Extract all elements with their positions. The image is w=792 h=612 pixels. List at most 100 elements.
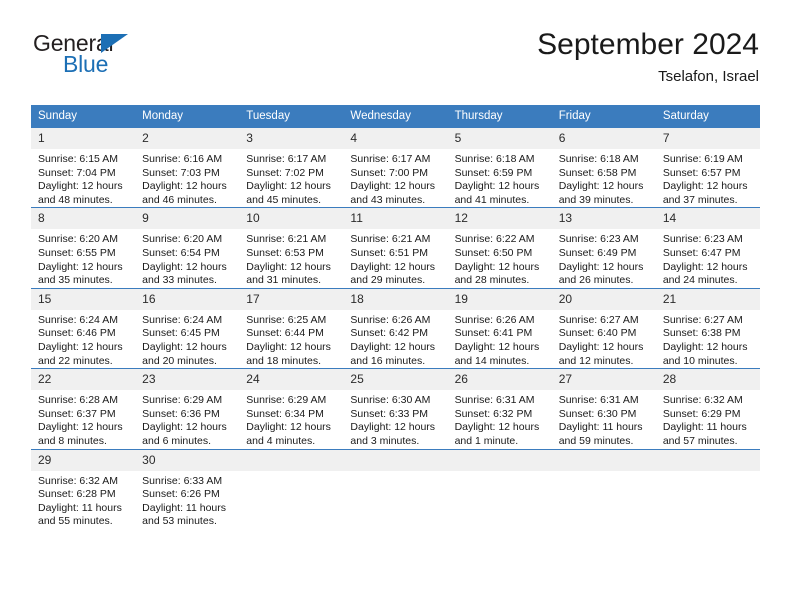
day-info: Sunrise: 6:18 AM Sunset: 6:58 PM Dayligh… xyxy=(552,149,656,207)
sunset-text: Sunset: 6:37 PM xyxy=(38,407,116,420)
day-cell[interactable]: 30 Sunrise: 6:33 AM Sunset: 6:26 PM Dayl… xyxy=(135,448,240,529)
sunset-text: Sunset: 6:47 PM xyxy=(662,246,741,259)
day-cell[interactable]: 22 Sunrise: 6:28 AM Sunset: 6:37 PM Dayl… xyxy=(31,368,136,449)
day-number: 10 xyxy=(239,208,344,230)
sunset-text: Sunset: 6:51 PM xyxy=(350,246,429,259)
daylight-text-line2: and 43 minutes. xyxy=(350,193,426,206)
day-info: Sunrise: 6:27 AM Sunset: 6:38 PM Dayligh… xyxy=(656,310,760,368)
daylight-text-line1: Daylight: 12 hours xyxy=(454,340,540,353)
sunrise-text: Sunrise: 6:24 AM xyxy=(142,313,223,326)
title-block: September 2024 Tselafon, Israel xyxy=(537,28,759,85)
daylight-text-line1: Daylight: 12 hours xyxy=(38,421,123,434)
day-number: 18 xyxy=(343,288,448,310)
daylight-text-line2: and 41 minutes. xyxy=(454,193,530,206)
sunrise-text: Sunrise: 6:28 AM xyxy=(38,394,118,407)
day-cell[interactable]: 18 Sunrise: 6:26 AM Sunset: 6:42 PM Dayl… xyxy=(343,287,448,369)
day-number xyxy=(655,449,760,471)
day-cell[interactable]: 29 Sunrise: 6:32 AM Sunset: 6:28 PM Dayl… xyxy=(31,448,136,529)
sunrise-text: Sunrise: 6:33 AM xyxy=(142,474,223,487)
daylight-text-line1: Daylight: 11 hours xyxy=(558,421,643,434)
day-cell[interactable]: 14 Sunrise: 6:23 AM Sunset: 6:47 PM Dayl… xyxy=(655,207,760,289)
day-cell-empty xyxy=(447,448,552,529)
sunset-text: Sunset: 6:34 PM xyxy=(246,407,324,420)
sunrise-text: Sunrise: 6:27 AM xyxy=(558,313,639,326)
day-number: 29 xyxy=(31,449,136,471)
day-cell[interactable]: 6 Sunrise: 6:18 AM Sunset: 6:58 PM Dayli… xyxy=(551,126,656,208)
sunrise-text: Sunrise: 6:32 AM xyxy=(38,474,118,487)
day-number: 24 xyxy=(239,369,344,391)
day-info: Sunrise: 6:32 AM Sunset: 6:28 PM Dayligh… xyxy=(31,471,135,529)
day-cell[interactable]: 5 Sunrise: 6:18 AM Sunset: 6:59 PM Dayli… xyxy=(447,126,552,208)
day-cell[interactable]: 13 Sunrise: 6:23 AM Sunset: 6:49 PM Dayl… xyxy=(551,207,656,289)
day-number: 28 xyxy=(655,369,760,391)
week-row: 8 Sunrise: 6:20 AM Sunset: 6:55 PM Dayli… xyxy=(31,207,760,289)
sunrise-text: Sunrise: 6:23 AM xyxy=(558,233,639,246)
daylight-text-line1: Daylight: 12 hours xyxy=(662,340,748,353)
sunset-text: Sunset: 6:32 PM xyxy=(454,407,533,420)
day-cell[interactable]: 27 Sunrise: 6:31 AM Sunset: 6:30 PM Dayl… xyxy=(551,368,656,449)
sunset-text: Sunset: 6:40 PM xyxy=(558,327,637,340)
day-number: 19 xyxy=(447,288,552,310)
page-title: September 2024 xyxy=(537,28,759,61)
sunrise-text: Sunrise: 6:15 AM xyxy=(38,153,118,165)
day-cell[interactable]: 17 Sunrise: 6:25 AM Sunset: 6:44 PM Dayl… xyxy=(239,287,344,369)
day-number: 15 xyxy=(31,288,136,310)
daylight-text-line2: and 14 minutes. xyxy=(454,354,530,367)
day-cell[interactable]: 11 Sunrise: 6:21 AM Sunset: 6:51 PM Dayl… xyxy=(343,207,448,289)
day-cell-empty xyxy=(551,448,656,529)
daylight-text-line1: Daylight: 12 hours xyxy=(142,421,227,434)
general-blue-logo: General Blue xyxy=(33,32,233,84)
day-info: Sunrise: 6:24 AM Sunset: 6:45 PM Dayligh… xyxy=(135,310,239,368)
sunrise-text: Sunrise: 6:23 AM xyxy=(662,233,743,246)
day-info: Sunrise: 6:27 AM Sunset: 6:40 PM Dayligh… xyxy=(552,310,656,368)
daylight-text-line2: and 37 minutes. xyxy=(662,193,738,206)
day-cell[interactable]: 23 Sunrise: 6:29 AM Sunset: 6:36 PM Dayl… xyxy=(135,368,240,449)
day-cell[interactable]: 24 Sunrise: 6:29 AM Sunset: 6:34 PM Dayl… xyxy=(239,368,344,449)
day-info: Sunrise: 6:25 AM Sunset: 6:44 PM Dayligh… xyxy=(239,310,343,368)
sunset-text: Sunset: 6:53 PM xyxy=(246,246,324,259)
sunrise-sunset-calendar: Sunday Monday Tuesday Wednesday Thursday… xyxy=(31,105,760,529)
sunset-text: Sunset: 7:00 PM xyxy=(350,166,429,179)
day-cell[interactable]: 12 Sunrise: 6:22 AM Sunset: 6:50 PM Dayl… xyxy=(447,207,552,289)
day-cell-empty xyxy=(239,448,344,529)
day-cell[interactable]: 25 Sunrise: 6:30 AM Sunset: 6:33 PM Dayl… xyxy=(343,368,448,449)
weekday-header-thursday: Thursday xyxy=(447,105,552,128)
sunrise-text: Sunrise: 6:24 AM xyxy=(38,313,118,326)
daylight-text-line2: and 12 minutes. xyxy=(558,354,634,367)
day-cell[interactable]: 19 Sunrise: 6:26 AM Sunset: 6:41 PM Dayl… xyxy=(447,287,552,369)
daylight-text-line1: Daylight: 12 hours xyxy=(246,260,331,273)
day-info: Sunrise: 6:22 AM Sunset: 6:50 PM Dayligh… xyxy=(448,229,552,287)
sunset-text: Sunset: 7:03 PM xyxy=(142,166,220,179)
sunset-text: Sunset: 6:42 PM xyxy=(350,327,429,340)
sunset-text: Sunset: 6:44 PM xyxy=(246,327,324,340)
day-cell[interactable]: 21 Sunrise: 6:27 AM Sunset: 6:38 PM Dayl… xyxy=(655,287,760,369)
weekday-header-friday: Friday xyxy=(551,105,656,128)
day-cell[interactable]: 2 Sunrise: 6:16 AM Sunset: 7:03 PM Dayli… xyxy=(135,126,240,208)
day-cell[interactable]: 1 Sunrise: 6:15 AM Sunset: 7:04 PM Dayli… xyxy=(31,126,136,208)
day-cell[interactable]: 9 Sunrise: 6:20 AM Sunset: 6:54 PM Dayli… xyxy=(135,207,240,289)
day-cell[interactable]: 26 Sunrise: 6:31 AM Sunset: 6:32 PM Dayl… xyxy=(447,368,552,449)
day-cell[interactable]: 15 Sunrise: 6:24 AM Sunset: 6:46 PM Dayl… xyxy=(31,287,136,369)
sunset-text: Sunset: 6:54 PM xyxy=(142,246,220,259)
day-number: 23 xyxy=(135,369,240,391)
daylight-text-line1: Daylight: 12 hours xyxy=(142,340,227,353)
day-cell[interactable]: 3 Sunrise: 6:17 AM Sunset: 7:02 PM Dayli… xyxy=(239,126,344,208)
day-cell[interactable]: 20 Sunrise: 6:27 AM Sunset: 6:40 PM Dayl… xyxy=(551,287,656,369)
day-number: 5 xyxy=(447,128,552,149)
day-cell[interactable]: 7 Sunrise: 6:19 AM Sunset: 6:57 PM Dayli… xyxy=(655,126,760,208)
daylight-text-line1: Daylight: 12 hours xyxy=(454,260,540,273)
sunrise-text: Sunrise: 6:30 AM xyxy=(350,394,431,407)
day-cell[interactable]: 16 Sunrise: 6:24 AM Sunset: 6:45 PM Dayl… xyxy=(135,287,240,369)
daylight-text-line1: Daylight: 11 hours xyxy=(142,501,226,514)
sunset-text: Sunset: 6:33 PM xyxy=(350,407,429,420)
day-cell[interactable]: 28 Sunrise: 6:32 AM Sunset: 6:29 PM Dayl… xyxy=(655,368,760,449)
sunrise-text: Sunrise: 6:26 AM xyxy=(454,313,535,326)
weekday-header-row: Sunday Monday Tuesday Wednesday Thursday… xyxy=(31,105,760,128)
day-cell[interactable]: 4 Sunrise: 6:17 AM Sunset: 7:00 PM Dayli… xyxy=(343,126,448,208)
day-cell[interactable]: 8 Sunrise: 6:20 AM Sunset: 6:55 PM Dayli… xyxy=(31,207,136,289)
daylight-text-line1: Daylight: 12 hours xyxy=(38,180,123,193)
day-cell[interactable]: 10 Sunrise: 6:21 AM Sunset: 6:53 PM Dayl… xyxy=(239,207,344,289)
day-number: 6 xyxy=(551,128,656,149)
daylight-text-line2: and 48 minutes. xyxy=(38,193,113,206)
sunset-text: Sunset: 6:46 PM xyxy=(38,327,116,340)
